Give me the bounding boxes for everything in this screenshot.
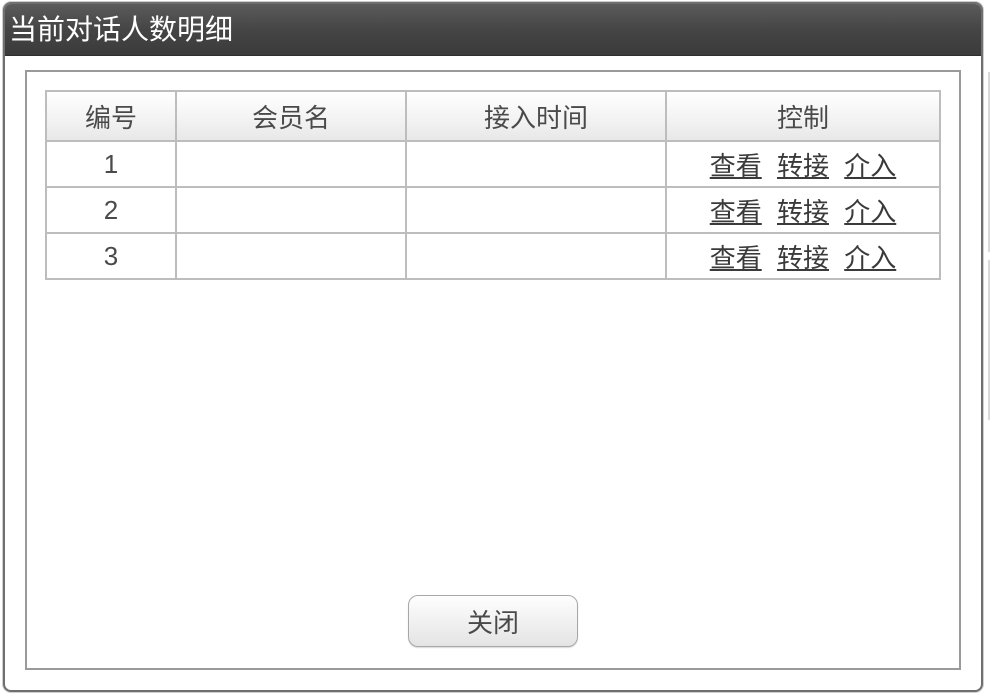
table-row: 1 查看 转接 介入 — [46, 141, 940, 187]
cell-number: 1 — [46, 141, 176, 187]
cell-control: 查看 转接 介入 — [666, 187, 940, 233]
cell-number: 2 — [46, 187, 176, 233]
table-container: 编号 会员名 接入时间 控制 1 查看 转接 介入 — [45, 90, 941, 586]
cell-access-time — [406, 141, 666, 187]
dialog-body: 编号 会员名 接入时间 控制 1 查看 转接 介入 — [25, 70, 961, 670]
table-header-row: 编号 会员名 接入时间 控制 — [46, 91, 940, 141]
cell-control: 查看 转接 介入 — [666, 141, 940, 187]
cell-member-name — [176, 187, 406, 233]
col-header-control: 控制 — [666, 91, 940, 141]
dialog-window: 当前对话人数明细 编号 会员名 接入时间 控制 1 — [3, 2, 983, 692]
cell-number: 3 — [46, 233, 176, 279]
cell-member-name — [176, 141, 406, 187]
background-decoration — [988, 72, 1000, 252]
conversation-table: 编号 会员名 接入时间 控制 1 查看 转接 介入 — [45, 90, 941, 280]
intervene-link[interactable]: 介入 — [844, 146, 896, 183]
table-row: 3 查看 转接 介入 — [46, 233, 940, 279]
dialog-button-bar: 关闭 — [45, 586, 941, 656]
col-header-access-time: 接入时间 — [406, 91, 666, 141]
view-link[interactable]: 查看 — [710, 192, 762, 229]
transfer-link[interactable]: 转接 — [777, 192, 829, 229]
cell-access-time — [406, 233, 666, 279]
table-row: 2 查看 转接 介入 — [46, 187, 940, 233]
background-decoration — [988, 260, 1000, 420]
table-body: 1 查看 转接 介入 2 查看 — [46, 141, 940, 279]
dialog-titlebar[interactable]: 当前对话人数明细 — [5, 4, 981, 56]
cell-control: 查看 转接 介入 — [666, 233, 940, 279]
col-header-number: 编号 — [46, 91, 176, 141]
intervene-link[interactable]: 介入 — [844, 192, 896, 229]
transfer-link[interactable]: 转接 — [777, 146, 829, 183]
cell-member-name — [176, 233, 406, 279]
col-header-member-name: 会员名 — [176, 91, 406, 141]
view-link[interactable]: 查看 — [710, 238, 762, 275]
transfer-link[interactable]: 转接 — [777, 238, 829, 275]
close-button[interactable]: 关闭 — [408, 595, 578, 647]
view-link[interactable]: 查看 — [710, 146, 762, 183]
dialog-title: 当前对话人数明细 — [9, 14, 233, 45]
intervene-link[interactable]: 介入 — [844, 238, 896, 275]
cell-access-time — [406, 187, 666, 233]
